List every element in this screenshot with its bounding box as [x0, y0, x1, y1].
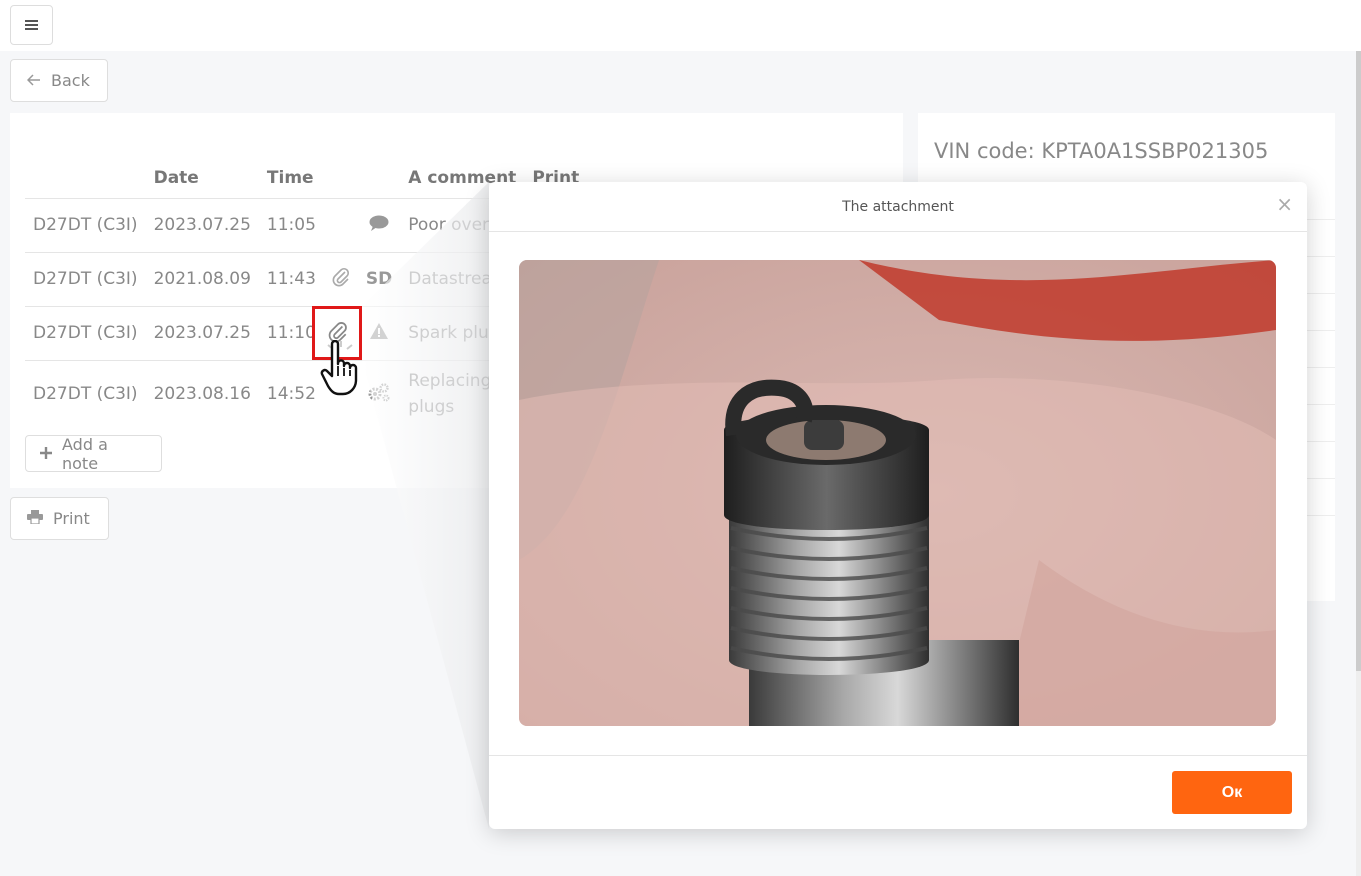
plus-icon: [40, 444, 52, 463]
comment-icon: [357, 197, 401, 252]
row-model: D27DT (C3I): [25, 359, 146, 428]
arrow-left-icon: [26, 71, 41, 90]
spark-plug-photo: [519, 260, 1276, 726]
row-model: D27DT (C3I): [25, 251, 146, 306]
print-button[interactable]: Print: [10, 497, 109, 540]
row-date: 2021.08.09: [145, 251, 259, 306]
col-date: Date: [153, 167, 199, 188]
gears-icon: [357, 359, 401, 428]
printer-icon: [27, 509, 43, 528]
back-label: Back: [51, 71, 90, 90]
row-model: D27DT (C3I): [25, 305, 146, 360]
col-model: [25, 158, 146, 198]
modal-header: The attachment ×: [489, 182, 1307, 232]
row-model: D27DT (C3I): [25, 197, 146, 252]
ok-button[interactable]: Oк: [1172, 771, 1292, 814]
paperclip-icon[interactable]: [323, 251, 358, 306]
page-scrollbar[interactable]: [1356, 51, 1361, 876]
menu-button[interactable]: [10, 5, 53, 45]
hamburger-icon: [25, 20, 38, 30]
attachment-modal: The attachment × Oк: [489, 182, 1307, 829]
modal-footer: Oк: [489, 755, 1307, 829]
vin-code: VIN code: KPTA0A1SSBP021305: [934, 139, 1269, 163]
top-bar: [0, 0, 1361, 51]
col-type: [358, 158, 400, 198]
row-date: 2023.07.25: [145, 197, 259, 252]
col-attach: [324, 158, 358, 198]
modal-body: [489, 232, 1307, 755]
print-label: Print: [53, 509, 90, 528]
row-date: 2023.07.25: [145, 305, 259, 360]
add-note-label: Add a note: [62, 434, 108, 473]
warning-icon: [357, 305, 401, 360]
back-button[interactable]: Back: [10, 59, 108, 102]
row-time: 11:05: [258, 197, 324, 252]
col-time: Time: [266, 167, 314, 188]
add-note-button[interactable]: Add a note: [25, 434, 162, 473]
row-date: 2023.08.16: [145, 359, 259, 428]
scrollbar-thumb[interactable]: [1356, 51, 1361, 671]
row-time: 14:52: [258, 359, 324, 428]
row-time: 11:43: [258, 251, 324, 306]
row-type-label: SD: [357, 251, 401, 306]
pointer-hand-icon: [320, 340, 358, 396]
close-icon[interactable]: ×: [1276, 192, 1293, 216]
modal-title: The attachment: [842, 198, 954, 215]
row-attach: [323, 197, 358, 252]
